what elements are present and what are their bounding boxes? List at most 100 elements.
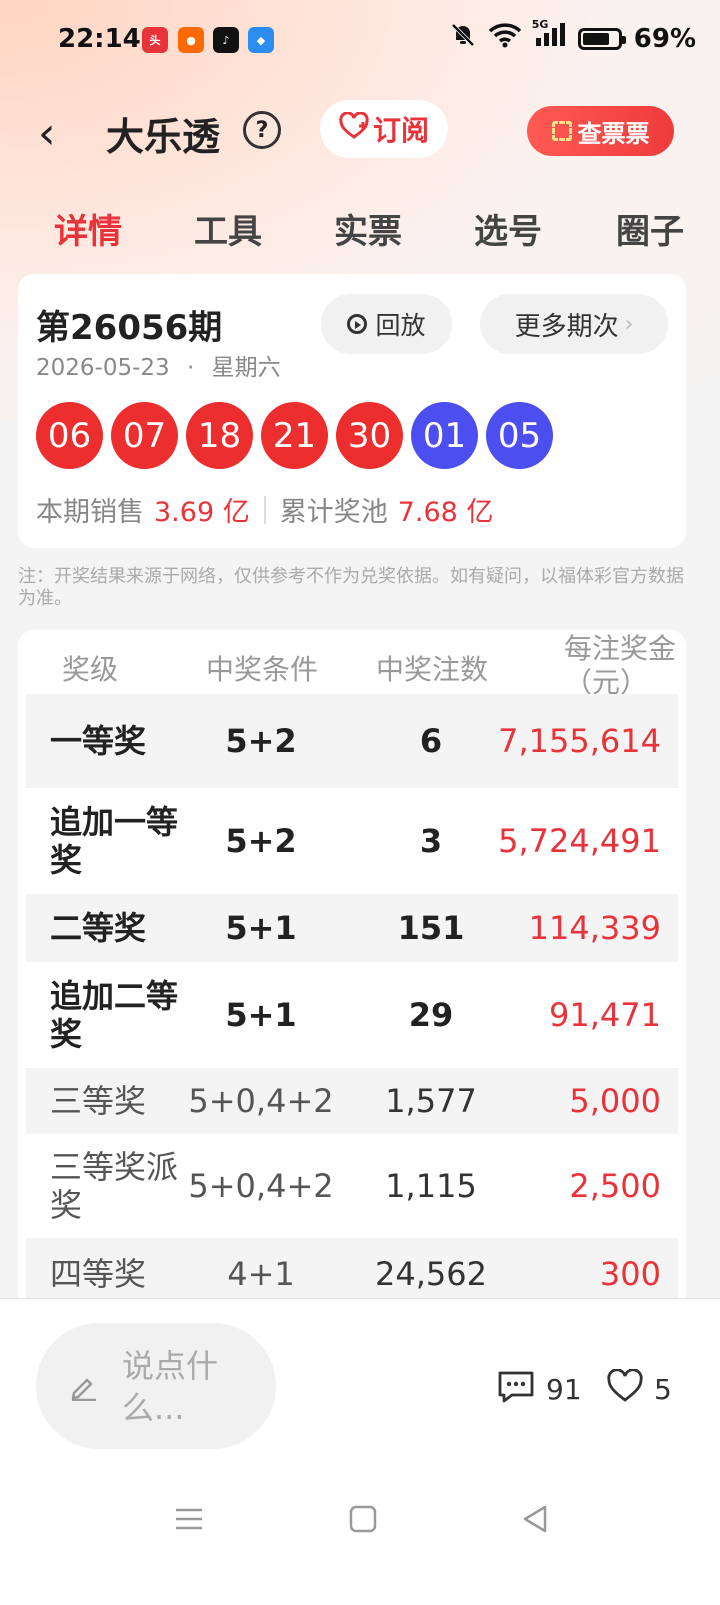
prize-level: 追加一等奖: [50, 803, 179, 879]
heart-plus-icon: [339, 110, 369, 147]
table-row: 二等奖 5+1 151 114,339: [26, 894, 678, 962]
help-icon[interactable]: ?: [243, 111, 281, 149]
prize-amount: 2,500: [569, 1167, 661, 1205]
winning-numbers: 06 07 18 21 30 01 05: [36, 402, 553, 469]
header-count: 中奖注数: [376, 653, 489, 686]
pool-value: 7.68 亿: [397, 497, 494, 528]
prize-amount: 91,471: [549, 996, 661, 1034]
more-periods-label: 更多期次: [514, 311, 619, 342]
cell-signal-icon: 5G: [532, 18, 566, 55]
divider: [263, 495, 266, 524]
red-ball: 30: [336, 402, 403, 469]
replay-label: 回放: [375, 311, 426, 340]
tab-community[interactable]: 圈子: [616, 204, 684, 253]
like-count: 5: [654, 1373, 672, 1406]
prize-level: 一等奖: [50, 722, 147, 760]
back-nav-icon[interactable]: [520, 1504, 550, 1538]
prize-condition: 5+0,4+2: [188, 1082, 334, 1120]
blue-ball: 01: [411, 402, 478, 469]
draw-result-card: 第26056期 2026-05-23 · 星期六 回放 更多期次 › 06 07…: [18, 274, 686, 548]
prize-amount: 5,000: [569, 1082, 661, 1120]
red-ball: 18: [186, 402, 253, 469]
tiktok-app-icon: ♪: [213, 27, 239, 53]
table-header: 奖级 中奖条件 中奖注数 每注奖金（元）: [18, 630, 686, 696]
prize-condition: 5+2: [225, 722, 297, 760]
comment-count: 91: [546, 1373, 582, 1406]
table-row: 三等奖派奖 5+0,4+2 1,115 2,500: [26, 1134, 678, 1238]
sales-label: 本期销售: [36, 497, 144, 528]
like-button[interactable]: 5: [606, 1368, 672, 1410]
blue-ball: 05: [486, 402, 553, 469]
wifi-icon: [488, 22, 522, 55]
comment-placeholder: 说点什么...: [122, 1347, 219, 1427]
draw-date: 2026-05-23 · 星期六: [36, 355, 281, 381]
tab-details[interactable]: 详情: [54, 204, 122, 253]
check-ticket-button[interactable]: 查票票: [527, 106, 674, 156]
prize-level: 二等奖: [50, 909, 147, 947]
check-ticket-label: 查票票: [577, 119, 650, 148]
table-row: 一等奖 5+2 6 7,155,614: [26, 694, 678, 788]
home-nav-icon[interactable]: [348, 1504, 378, 1538]
prize-level: 追加二等奖: [50, 977, 179, 1053]
draw-period: 第26056期: [36, 308, 223, 348]
chevron-right-icon: ›: [624, 311, 634, 337]
comment-bubble-icon: [496, 1369, 536, 1410]
prize-table: 奖级 中奖条件 中奖注数 每注奖金（元） 一等奖 5+2 6 7,155,614…: [18, 630, 686, 1310]
toutiao-app-icon: 头: [142, 27, 168, 53]
battery-icon: [577, 27, 626, 50]
draw-weekday: 星期六: [211, 355, 281, 381]
prize-condition: 5+2: [225, 822, 297, 860]
prize-level: 三等奖派奖: [50, 1148, 179, 1224]
prize-condition: 5+0,4+2: [188, 1167, 334, 1205]
red-ball: 21: [261, 402, 328, 469]
prize-count: 1,577: [385, 1082, 477, 1120]
replay-button[interactable]: 回放: [321, 294, 452, 354]
header-condition: 中奖条件: [206, 653, 319, 686]
menu-nav-icon[interactable]: [174, 1504, 204, 1538]
table-row: 三等奖 5+0,4+2 1,577 5,000: [26, 1068, 678, 1134]
header-level: 奖级: [62, 653, 119, 686]
heart-icon: [606, 1368, 644, 1410]
taobao-app-icon: ●: [178, 27, 204, 53]
page-title: 大乐透: [106, 115, 221, 159]
scan-icon: [551, 121, 572, 141]
back-icon[interactable]: ‹: [38, 108, 56, 159]
status-right: 5G 69%: [450, 18, 696, 55]
mute-bell-icon: [450, 22, 476, 55]
prize-amount: 114,339: [528, 909, 661, 947]
comments-button[interactable]: 91: [496, 1369, 582, 1410]
red-ball: 06: [36, 402, 103, 469]
battery-percent: 69%: [633, 23, 696, 54]
prize-amount: 5,724,491: [498, 822, 661, 860]
pen-icon: [68, 1371, 98, 1402]
pool-label: 累计奖池: [279, 497, 388, 528]
prize-level: 三等奖: [50, 1082, 147, 1120]
replay-icon: [347, 314, 368, 334]
prize-count: 151: [397, 909, 465, 947]
browser-app-icon: ◆: [248, 27, 274, 53]
header-amount: 每注奖金（元）: [564, 632, 677, 696]
prize-count: 6: [419, 722, 443, 760]
tab-real-tickets[interactable]: 实票: [334, 204, 402, 253]
prize-count: 1,115: [385, 1167, 477, 1205]
prize-count: 29: [408, 996, 454, 1034]
prize-amount: 7,155,614: [498, 722, 661, 760]
table-row: 追加一等奖 5+2 3 5,724,491: [26, 788, 678, 894]
tab-tools[interactable]: 工具: [194, 204, 262, 253]
status-time: 22:14: [58, 24, 141, 54]
sales-summary: 本期销售 3.69 亿 累计奖池 7.68 亿: [36, 490, 493, 529]
subscribe-button[interactable]: 订阅: [320, 100, 448, 158]
comment-input[interactable]: 说点什么...: [36, 1323, 276, 1449]
bottom-action-bar: 说点什么... 91 5: [0, 1298, 720, 1605]
more-periods-button[interactable]: 更多期次 ›: [480, 294, 668, 354]
table-row: 追加二等奖 5+1 29 91,471: [26, 962, 678, 1068]
tab-pick-numbers[interactable]: 选号: [474, 204, 542, 253]
prize-condition: 5+1: [225, 996, 297, 1034]
prize-condition: 5+1: [225, 909, 297, 947]
draw-date-value: 2026-05-23: [36, 355, 170, 381]
system-nav-bar: [0, 1490, 720, 1550]
subscribe-label: 订阅: [372, 114, 429, 147]
prize-count: 3: [419, 822, 443, 860]
sales-value: 3.69 亿: [154, 497, 250, 528]
red-ball: 07: [111, 402, 178, 469]
